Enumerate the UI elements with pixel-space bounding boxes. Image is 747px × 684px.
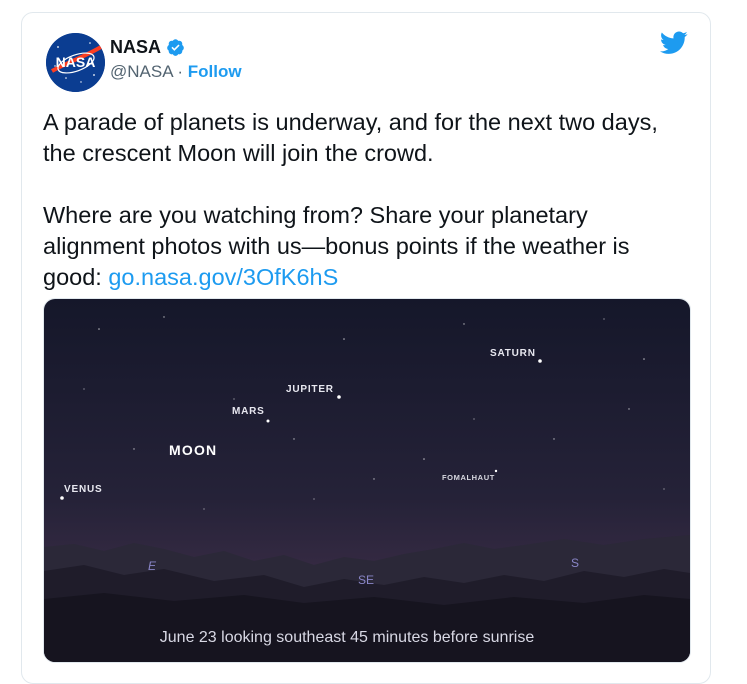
fomalhaut-point (494, 469, 498, 473)
saturn-label: SATURN (490, 348, 536, 359)
author-handle[interactable]: @NASA (110, 62, 173, 81)
venus-label: VENUS (64, 484, 102, 495)
venus-point (60, 496, 64, 500)
sky-chart-image: SATURN JUPITER MARS MOON FOMALHAUT VENUS… (44, 299, 690, 662)
tweet-paragraph-1: A parade of planets is underway, and for… (43, 109, 658, 166)
jupiter-label: JUPITER (286, 384, 334, 395)
verified-badge-icon (167, 39, 184, 56)
tweet-card: NASA NASA @NASA · Follow A parade of pla… (21, 12, 711, 684)
mars-label: MARS (232, 406, 265, 417)
author-name[interactable]: NASA (110, 37, 161, 58)
twitter-bird-icon[interactable] (660, 31, 688, 55)
tweet-media-image[interactable]: SATURN JUPITER MARS MOON FOMALHAUT VENUS… (43, 298, 691, 663)
nasa-logo-icon: NASA (46, 33, 105, 92)
author-handle-row: @NASA · Follow (110, 62, 242, 82)
east-direction-label: E (148, 559, 157, 573)
saturn-point (538, 359, 542, 363)
tweet-text: A parade of planets is underway, and for… (43, 107, 683, 293)
jupiter-point (337, 395, 341, 399)
tweet-link[interactable]: go.nasa.gov/3OfK6hS (108, 264, 338, 290)
mars-point (266, 419, 270, 423)
foreground-hills (44, 593, 690, 662)
southeast-direction-label: SE (358, 573, 374, 587)
separator-dot: · (177, 62, 184, 81)
author-name-row: NASA (110, 37, 185, 58)
nasa-logo-text: NASA (56, 54, 96, 70)
image-caption: June 23 looking southeast 45 minutes bef… (160, 629, 535, 646)
south-direction-label: S (571, 556, 579, 570)
follow-button[interactable]: Follow (188, 62, 242, 81)
tweet-paragraph-2: Where are you watching from? Share your … (43, 200, 683, 293)
moon-label: MOON (169, 442, 217, 458)
nasa-avatar[interactable]: NASA (46, 33, 105, 92)
fomalhaut-label: FOMALHAUT (442, 473, 495, 482)
